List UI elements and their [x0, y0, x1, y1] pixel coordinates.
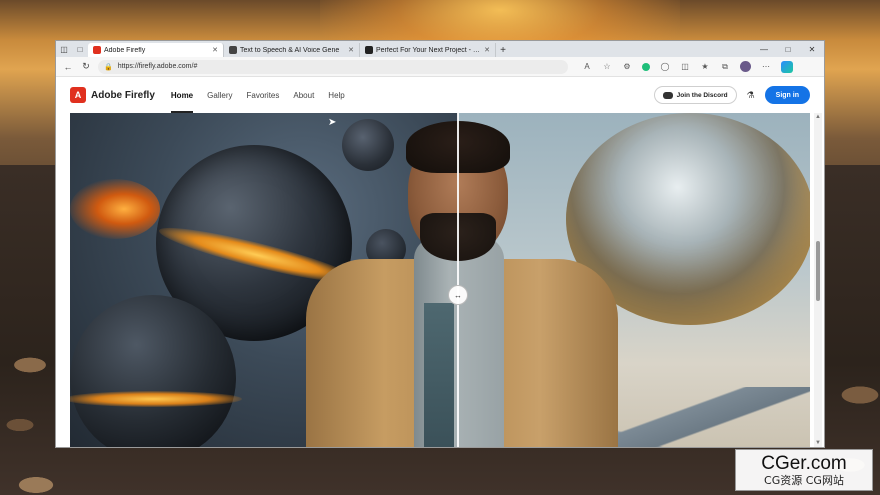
- favorites-icon[interactable]: ★: [700, 62, 710, 72]
- lock-icon: 🔒: [104, 63, 113, 71]
- glowing-sphere-bottom: [70, 295, 242, 447]
- nav-gallery[interactable]: Gallery: [207, 77, 232, 113]
- window-controls: — □ ✕: [752, 41, 824, 57]
- site-watermark: CGer.com CG资源 CG网站: [735, 449, 873, 491]
- before-after-image-compare[interactable]: ↔ ➤: [70, 113, 810, 447]
- adobe-favicon-icon: [93, 46, 101, 54]
- copilot-icon[interactable]: [781, 60, 793, 73]
- address-bar-row: ← ↻ 🔒 https://firefly.adobe.com/# A ☆ ⚙ …: [56, 57, 824, 77]
- page-scrollbar[interactable]: ▲ ▼: [814, 113, 822, 447]
- scarf: [424, 303, 454, 447]
- watermark-main-text: CGer.com: [761, 452, 847, 474]
- shield-extension-icon[interactable]: ◯: [660, 62, 670, 72]
- portrait-subject: [306, 113, 618, 447]
- watermark-sub-text: CG资源 CG网站: [764, 473, 844, 487]
- close-window-icon[interactable]: ✕: [800, 41, 824, 57]
- extension-green-icon[interactable]: [642, 62, 650, 71]
- nav-help[interactable]: Help: [328, 77, 344, 113]
- tab-title: Adobe Firefly: [104, 46, 146, 54]
- compare-slider-handle-icon[interactable]: ↔: [448, 285, 468, 305]
- tab-actions-icon[interactable]: □: [72, 41, 88, 57]
- profile-avatar-icon[interactable]: [740, 61, 751, 72]
- beta-flask-icon[interactable]: ⚗: [747, 90, 755, 101]
- nav-favorites[interactable]: Favorites: [246, 77, 279, 113]
- adobe-logo-icon: A: [70, 87, 86, 103]
- collections-icon[interactable]: ⧉: [720, 62, 730, 72]
- workspaces-icon[interactable]: ◫: [56, 41, 72, 57]
- mouse-pointer-icon: ➤: [328, 117, 337, 128]
- back-arrow-icon[interactable]: ←: [62, 61, 74, 73]
- discord-label: Join the Discord: [676, 91, 728, 99]
- browser-toolbar: A ☆ ⚙ ◯ ◫ ★ ⧉ ⋯: [582, 60, 793, 73]
- join-discord-button[interactable]: Join the Discord: [653, 86, 737, 104]
- url-field[interactable]: 🔒 https://firefly.adobe.com/#: [98, 59, 568, 74]
- extension-gear-icon[interactable]: ⚙: [622, 62, 632, 72]
- site-favicon-icon: [229, 46, 237, 54]
- tab-title: Perfect For Your Next Project - …: [376, 46, 480, 54]
- header-actions: Join the Discord ⚗ Sign in: [653, 86, 810, 104]
- url-text: https://firefly.adobe.com/#: [117, 63, 198, 70]
- close-tab-icon[interactable]: ✕: [484, 46, 490, 54]
- tab-text-to-speech[interactable]: Text to Speech & AI Voice Gene ✕: [224, 43, 360, 57]
- nav-home[interactable]: Home: [170, 77, 194, 113]
- scroll-down-icon[interactable]: ▼: [815, 439, 821, 447]
- tab-title: Text to Speech & AI Voice Gene: [240, 46, 340, 54]
- scroll-up-icon[interactable]: ▲: [815, 113, 821, 121]
- refresh-icon[interactable]: ↻: [80, 61, 92, 73]
- minimize-icon[interactable]: —: [752, 41, 776, 57]
- browser-window: ◫ □ Adobe Firefly ✕ Text to Speech & AI …: [55, 40, 825, 448]
- adobe-firefly-logo[interactable]: A Adobe Firefly: [70, 87, 155, 103]
- favorite-star-icon[interactable]: ☆: [602, 62, 612, 72]
- nav-about[interactable]: About: [293, 77, 314, 113]
- new-tab-button[interactable]: +: [496, 43, 510, 57]
- tab-bar: ◫ □ Adobe Firefly ✕ Text to Speech & AI …: [56, 41, 824, 57]
- more-menu-icon[interactable]: ⋯: [761, 62, 771, 72]
- site-header: A Adobe Firefly Home Gallery Favorites A…: [56, 77, 824, 113]
- fiery-sphere: [70, 179, 160, 239]
- main-nav: Home Gallery Favorites About Help: [170, 77, 345, 113]
- discord-icon: [662, 91, 673, 99]
- sign-in-button[interactable]: Sign in: [764, 86, 810, 104]
- read-aloud-icon[interactable]: A: [582, 62, 592, 72]
- tab-perfect-project[interactable]: Perfect For Your Next Project - … ✕: [360, 43, 496, 57]
- brand-name: Adobe Firefly: [91, 89, 155, 101]
- close-tab-icon[interactable]: ✕: [212, 46, 218, 54]
- close-tab-icon[interactable]: ✕: [348, 46, 354, 54]
- site-favicon-icon: [365, 46, 373, 54]
- compare-divider-line[interactable]: [457, 113, 459, 447]
- split-screen-icon[interactable]: ◫: [680, 62, 690, 72]
- tab-adobe-firefly[interactable]: Adobe Firefly ✕: [88, 43, 224, 57]
- maximize-icon[interactable]: □: [776, 41, 800, 57]
- scroll-thumb[interactable]: [816, 241, 820, 301]
